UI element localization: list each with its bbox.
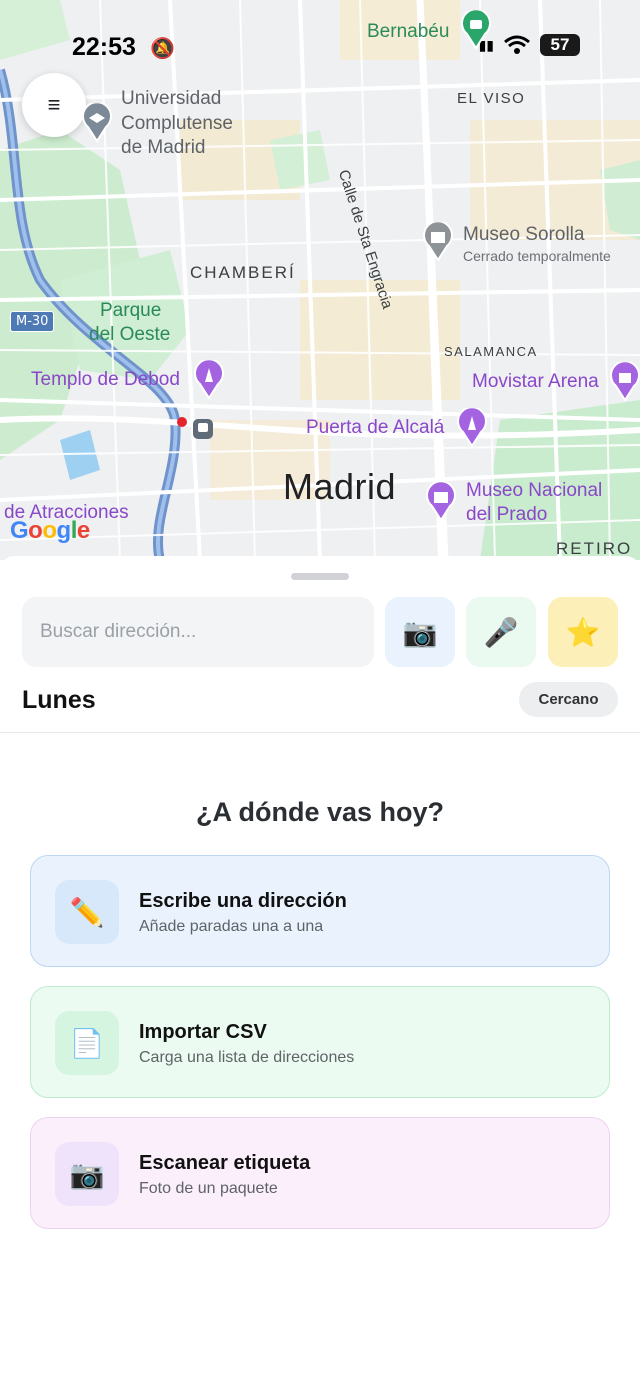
- map-label-puerta-alcala: Puerta de Alcalá: [306, 417, 445, 438]
- university-pin-icon[interactable]: [80, 103, 114, 143]
- train-station-icon[interactable]: [192, 418, 214, 440]
- bernabeu-pin-icon[interactable]: [459, 10, 493, 50]
- camera-icon: 📷: [55, 1142, 119, 1206]
- wifi-icon: [504, 35, 530, 54]
- map-label-templo-debod: Templo de Debod: [31, 369, 180, 390]
- templo-debod-pin-icon[interactable]: [192, 360, 226, 400]
- map-label-el-viso: EL VISO: [457, 90, 526, 107]
- card-import-csv[interactable]: 📄 Importar CSV Carga una lista de direcc…: [30, 986, 610, 1098]
- card-type-address[interactable]: ✏️ Escribe una dirección Añade paradas u…: [30, 855, 610, 967]
- menu-icon: ≡: [47, 92, 61, 117]
- status-icons: ▮▮ 57: [479, 34, 580, 56]
- museum-sorolla-pin-icon[interactable]: [421, 222, 455, 262]
- map-label-movistar-arena: Movistar Arena: [472, 371, 599, 392]
- microphone-icon: 🎤: [483, 616, 519, 648]
- map-label-madrid: Madrid: [283, 466, 397, 507]
- map-label-complutense: Complutense: [121, 113, 233, 134]
- status-time: 22:53: [72, 33, 136, 61]
- map-label-parque: Parque: [100, 300, 162, 321]
- metro-icon: [177, 417, 187, 427]
- nearby-button[interactable]: Cercano: [519, 682, 618, 717]
- battery-indicator: 57: [540, 34, 580, 56]
- map-label-museo-sorolla: Museo Sorolla: [463, 224, 585, 245]
- google-logo: Google: [10, 517, 90, 544]
- map-label-del-oeste: del Oeste: [89, 324, 171, 345]
- card-subtitle: Añade paradas una a una: [139, 918, 324, 935]
- map-label-chamberi: CHAMBERÍ: [190, 263, 296, 282]
- day-title: Lunes: [22, 686, 96, 714]
- menu-button[interactable]: ≡: [22, 73, 86, 137]
- map-label-museo-nacional: Museo Nacional: [466, 480, 603, 501]
- favorites-button[interactable]: ⭐: [548, 597, 618, 667]
- pencil-icon: ✏️: [55, 880, 119, 944]
- bottom-sheet: 📷 🎤 ⭐ Lunes Cercano ¿A dónde vas hoy? ✏️…: [0, 556, 640, 1391]
- bell-off-icon: 🔕: [150, 38, 175, 60]
- microphone-button[interactable]: 🎤: [466, 597, 536, 667]
- puerta-alcala-pin-icon[interactable]: [455, 408, 489, 448]
- card-title: Escribe una dirección: [139, 890, 347, 912]
- card-subtitle: Foto de un paquete: [139, 1180, 278, 1197]
- map-label-de-madrid: de Madrid: [121, 137, 206, 158]
- camera-icon: 📷: [402, 616, 438, 648]
- star-icon: ⭐: [565, 616, 601, 648]
- card-subtitle: Carga una lista de direcciones: [139, 1049, 355, 1066]
- search-input[interactable]: [22, 597, 374, 667]
- map-label-del-prado: del Prado: [466, 504, 548, 525]
- map-label-sorolla-status: Cerrado temporalmente: [463, 248, 611, 264]
- movistar-arena-pin-icon[interactable]: [608, 362, 640, 402]
- road-shield-m30: M-30: [10, 311, 55, 332]
- map-label-salamanca: SALAMANCA: [444, 344, 538, 359]
- museo-prado-pin-icon[interactable]: [424, 482, 458, 522]
- map-label-bernabeu: Bernabéu: [367, 21, 450, 42]
- card-title: Importar CSV: [139, 1021, 267, 1043]
- document-icon: 📄: [55, 1011, 119, 1075]
- card-title: Escanear etiqueta: [139, 1152, 311, 1174]
- prompt-heading: ¿A dónde vas hoy?: [195, 797, 445, 827]
- sheet-drag-handle[interactable]: [291, 573, 349, 580]
- map-view[interactable]: 22:53 🔕 ▮▮ 57 ≡ Bernabéu Universidad Com…: [0, 0, 640, 560]
- card-scan-label[interactable]: 📷 Escanear etiqueta Foto de un paquete: [30, 1117, 610, 1229]
- camera-button[interactable]: 📷: [385, 597, 455, 667]
- map-label-universidad: Universidad: [121, 88, 222, 109]
- divider: [0, 732, 640, 733]
